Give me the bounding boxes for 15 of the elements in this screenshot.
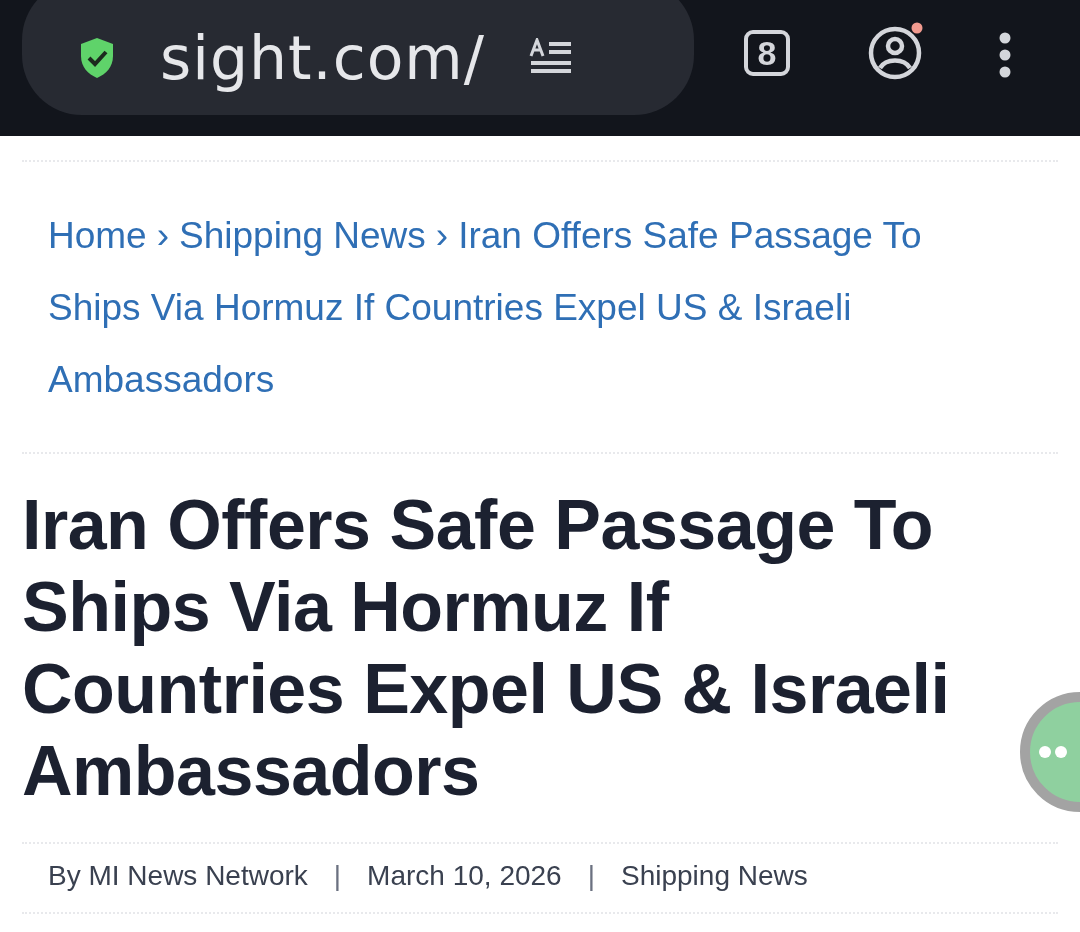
breadcrumb-link[interactable]: Home (48, 215, 147, 256)
url-text: sight.com/ (160, 22, 485, 93)
meta-separator: | (333, 860, 342, 892)
profile-icon[interactable] (866, 22, 924, 80)
dots-icon (1038, 745, 1068, 759)
article-meta: March 10, 2026 (367, 860, 562, 892)
article-meta: By MI News Network (48, 860, 308, 892)
breadcrumb-link[interactable]: Shipping News (179, 215, 426, 256)
tab-count-button[interactable]: 8 (744, 30, 790, 76)
article-headline: Iran Offers Safe Passage To Ships Via Hormuz If Countries Expel US & Israeli Ambassadors (22, 485, 951, 812)
meta-separator: | (587, 860, 595, 892)
breadcrumb: Home › Shipping News › Iran Offers Safe Passage To Ships Via Hormuz If Countries Expel US & Israeli Ambassadors (48, 214, 923, 402)
address-bar[interactable]: sight.com/ (22, 0, 694, 115)
shield-icon (78, 35, 116, 80)
article-meta: Shipping News (620, 860, 808, 892)
